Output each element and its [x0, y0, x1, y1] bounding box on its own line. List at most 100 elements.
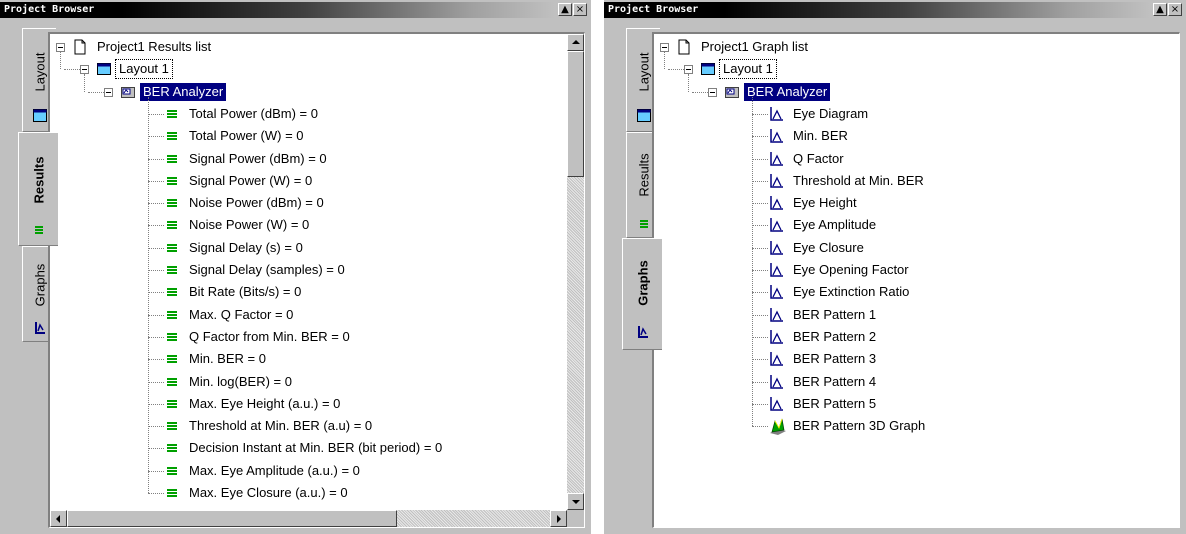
result-list-item[interactable]: Decision Instant at Min. BER (bit period… — [50, 437, 584, 459]
collapse-toggle[interactable] — [660, 43, 669, 52]
tree-ber-analyzer-item[interactable]: BER Analyzer — [654, 81, 1179, 103]
collapse-toggle[interactable] — [708, 87, 717, 97]
graph-list-item-label: BER Pattern 2 — [793, 328, 877, 344]
graph-list-item[interactable]: Eye Closure — [654, 237, 1179, 259]
tree-layout-item-label: Layout 1 — [115, 59, 173, 80]
tab-results-label: Results — [31, 156, 46, 204]
left-vertical-scrollbar[interactable] — [567, 34, 584, 510]
collapse-toggle[interactable] — [104, 87, 113, 97]
scroll-right-button[interactable] — [550, 510, 567, 527]
graph-list-item[interactable]: Eye Extinction Ratio — [654, 281, 1179, 303]
results-icon — [34, 226, 43, 234]
scroll-up-button[interactable] — [567, 34, 584, 51]
tree-connector — [752, 292, 768, 294]
tree-connector — [148, 426, 164, 428]
tree-root-item[interactable]: Project1 Results list — [50, 36, 584, 58]
collapse-toggle[interactable] — [684, 65, 693, 75]
left-panel-close-button[interactable]: × — [573, 3, 587, 16]
result-list-item-label: Signal Delay (s) = 0 — [189, 239, 303, 255]
result-list-item[interactable]: Max. Eye Height (a.u.) = 0 — [50, 393, 584, 415]
vertical-scroll-thumb[interactable] — [567, 51, 584, 177]
result-list-item-label: Max. Eye Closure (a.u.) = 0 — [189, 485, 348, 500]
graph-list-item[interactable]: BER Pattern 3D Graph — [654, 415, 1179, 437]
right-panel-titlebar[interactable]: Project Browser ▲ × — [604, 0, 1186, 22]
result-list-item[interactable]: Total Power (dBm) = 0 — [50, 103, 584, 125]
result-list-item-label: Min. log(BER) = 0 — [189, 373, 292, 389]
tree-connector — [752, 225, 768, 227]
left-panel-titlebar[interactable]: Project Browser ▲ × — [0, 0, 591, 22]
tree-connector — [752, 203, 768, 205]
tree-connector — [148, 292, 164, 294]
tab-results[interactable]: Results — [18, 132, 58, 246]
result-list-item[interactable]: Noise Power (dBm) = 0 — [50, 192, 584, 214]
tree-connector — [752, 247, 768, 250]
graph-list-item[interactable]: Eye Diagram — [654, 103, 1179, 125]
graphs-icon — [637, 326, 648, 338]
result-list-item[interactable]: Signal Delay (s) = 0 — [50, 237, 584, 259]
result-list-item[interactable]: Max. Q Factor = 0 — [50, 304, 584, 326]
tree-ber-analyzer-item-label: BER Analyzer — [744, 82, 831, 101]
layout-icon — [32, 109, 47, 122]
result-list-item[interactable]: Total Power (W) = 0 — [50, 125, 584, 147]
tab-graphs-label: Graphs — [32, 263, 47, 306]
left-horizontal-scrollbar[interactable] — [50, 510, 567, 527]
graph-list-item[interactable]: BER Pattern 2 — [654, 326, 1179, 348]
graph-list-item[interactable]: Eye Amplitude — [654, 214, 1179, 236]
result-list-item[interactable]: Signal Power (dBm) = 0 — [50, 148, 584, 170]
result-list-item[interactable]: Max. Eye Closure (a.u.) = 0 — [50, 482, 584, 504]
results-tree: Project1 Results list Layout 1 BER Analyze… — [50, 34, 584, 527]
tree-ber-analyzer-item-label: BER Analyzer — [140, 82, 227, 101]
tree-connector — [148, 203, 164, 205]
result-list-item[interactable]: Q Factor from Min. BER = 0 — [50, 326, 584, 348]
tree-root-item-label: Project1 Results list — [97, 39, 212, 54]
collapse-toggle[interactable] — [56, 43, 65, 52]
right-panel-scroll-up-button[interactable]: ▲ — [1153, 3, 1167, 16]
tree-connector — [752, 96, 754, 427]
result-list-item[interactable]: Signal Delay (samples) = 0 — [50, 259, 584, 281]
result-list-item-label: Max. Q Factor = 0 — [189, 306, 294, 322]
result-list-item[interactable]: Min. log(BER) = 0 — [50, 371, 584, 393]
graph-list-item[interactable]: BER Pattern 3 — [654, 348, 1179, 370]
tree-connector — [752, 359, 768, 361]
graph-list-item[interactable]: Threshold at Min. BER — [654, 170, 1179, 192]
result-list-item[interactable]: Bit Rate (Bits/s) = 0 — [50, 281, 584, 303]
graph-list-item[interactable]: Eye Height — [654, 192, 1179, 214]
result-list-item-label: Max. Eye Height (a.u.) = 0 — [189, 395, 341, 411]
tree-layout-item[interactable]: Layout 1 — [50, 58, 584, 80]
result-list-item[interactable]: Min. BER = 0 — [50, 348, 584, 370]
tree-connector — [148, 403, 164, 406]
right-panel-close-button[interactable]: × — [1168, 3, 1182, 16]
horizontal-scroll-thumb[interactable] — [67, 510, 397, 527]
result-list-item-label: Bit Rate (Bits/s) = 0 — [189, 284, 302, 300]
tree-root-item-label: Project1 Graph list — [701, 39, 808, 54]
result-list-item[interactable]: Signal Power (W) = 0 — [50, 170, 584, 192]
result-list-item-label: Noise Power (dBm) = 0 — [189, 195, 324, 211]
result-list-item[interactable]: Noise Power (W) = 0 — [50, 214, 584, 236]
tree-layout-item[interactable]: Layout 1 — [654, 58, 1179, 80]
graph-list-item[interactable]: Min. BER — [654, 125, 1179, 147]
graph-list-item[interactable]: Eye Opening Factor — [654, 259, 1179, 281]
left-project-browser-panel: Project Browser ▲ × Layout Results Graph… — [0, 0, 591, 534]
right-graphs-tree-view[interactable]: Project1 Graph list Layout 1 BER Analyzer E… — [652, 32, 1180, 528]
scroll-down-button[interactable] — [567, 493, 584, 510]
tree-layout-item-label: Layout 1 — [719, 59, 777, 80]
result-list-item-label: Min. BER = 0 — [189, 351, 266, 367]
tab-graphs[interactable]: Graphs — [622, 238, 662, 350]
tree-ber-analyzer-item[interactable]: BER Analyzer — [50, 81, 584, 103]
tree-connector — [148, 314, 164, 317]
left-results-tree-view[interactable]: Project1 Results list Layout 1 BER Analyze… — [48, 32, 585, 528]
result-list-item[interactable]: Threshold at Min. BER (a.u) = 0 — [50, 415, 584, 437]
graph-list-item-label: BER Pattern 3 — [793, 351, 877, 367]
left-panel-scroll-up-button[interactable]: ▲ — [558, 3, 572, 16]
graphs-icon — [34, 322, 45, 334]
collapse-toggle[interactable] — [80, 65, 89, 75]
graph-list-item[interactable]: BER Pattern 1 — [654, 304, 1179, 326]
result-list-item-label: Threshold at Min. BER (a.u) = 0 — [189, 418, 373, 434]
scroll-left-button[interactable] — [50, 510, 67, 527]
tree-root-item[interactable]: Project1 Graph list — [654, 36, 1179, 58]
tree-connector — [752, 270, 768, 272]
graph-list-item[interactable]: BER Pattern 4 — [654, 371, 1179, 393]
graph-list-item[interactable]: Q Factor — [654, 148, 1179, 170]
result-list-item[interactable]: Max. Eye Amplitude (a.u.) = 0 — [50, 460, 584, 482]
graph-list-item[interactable]: BER Pattern 5 — [654, 393, 1179, 415]
